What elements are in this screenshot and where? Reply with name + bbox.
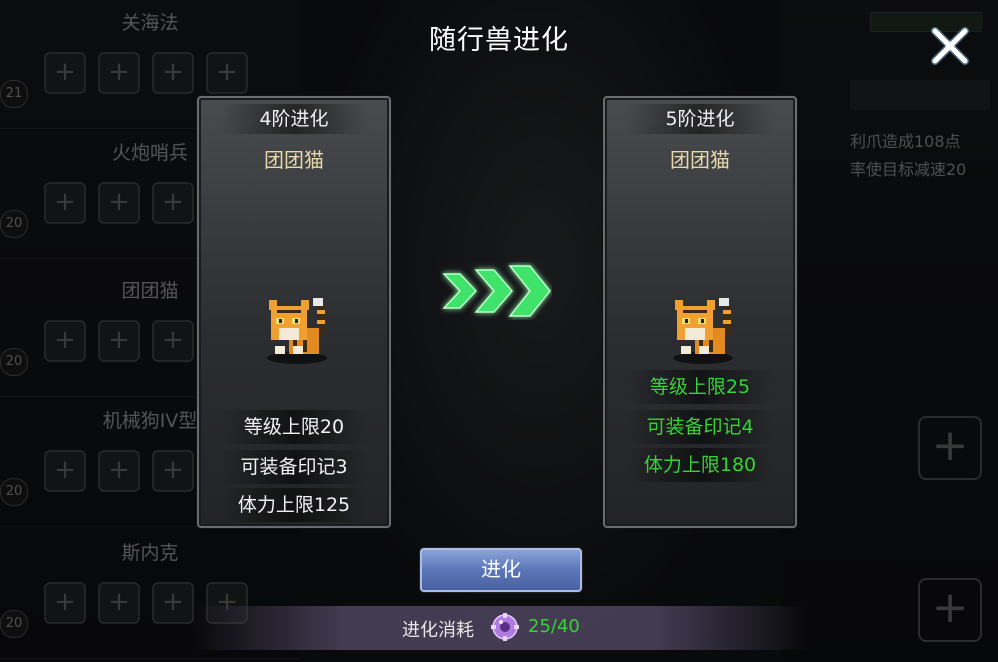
list-item-level: 20: [0, 348, 28, 376]
cost-label: 进化消耗: [402, 620, 474, 641]
next-stat-stamina-cap: 体力上限180: [627, 448, 773, 482]
purple-gear-material-icon: [491, 613, 519, 641]
skill-panel-background: 利爪造成108点 率使目标减速20 + +: [780, 0, 998, 662]
current-stat-level-cap: 等级上限20: [221, 410, 367, 444]
slot-plus-icon: +: [152, 582, 194, 624]
current-pet-name: 团团猫: [264, 148, 324, 172]
current-stat-mark-slots: 可装备印记3: [221, 450, 367, 484]
close-button[interactable]: [928, 24, 972, 68]
list-item-level: 20: [0, 210, 28, 238]
close-x-icon: [931, 27, 969, 65]
slot-plus-icon: +: [152, 182, 194, 224]
dialog-title: 随行兽进化: [429, 25, 569, 56]
slot-plus-icon: +: [44, 582, 86, 624]
slot-plus-icon: +: [98, 450, 140, 492]
skill-line: 率使目标减速20: [850, 160, 967, 179]
slot-plus-icon: +: [98, 582, 140, 624]
next-stage-panel: 5阶进化 团团猫 等级上限25 可装备印记4 体力上限180: [603, 96, 797, 528]
slot-plus-icon: +: [918, 578, 982, 642]
skill-line: 利爪造成108点: [850, 132, 961, 151]
slot-plus-icon: +: [98, 182, 140, 224]
slot-plus-icon: +: [152, 52, 194, 94]
next-stat-level-cap: 等级上限25: [627, 370, 773, 404]
slot-plus-icon: +: [98, 52, 140, 94]
slot-plus-icon: +: [152, 320, 194, 362]
list-item-level: 20: [0, 610, 28, 638]
evolve-arrows-icon: [442, 265, 551, 317]
slot-plus-icon: +: [44, 320, 86, 362]
evolve-button[interactable]: 进化: [420, 548, 582, 592]
next-stat-mark-slots: 可装备印记4: [627, 410, 773, 444]
skill-header: [850, 80, 990, 110]
cat-pet-icon: [267, 298, 327, 364]
slot-plus-icon: +: [98, 320, 140, 362]
slot-plus-icon: +: [152, 450, 194, 492]
slot-plus-icon: +: [44, 182, 86, 224]
evolve-cost-bar: 进化消耗 25/40: [190, 606, 810, 650]
slot-plus-icon: +: [206, 52, 248, 94]
current-stage-panel: 4阶进化 团团猫 等级上限20 可装备印记3 体力上限125: [197, 96, 391, 528]
list-item-name: 斯内克: [121, 542, 179, 564]
list-item-level: 21: [0, 80, 28, 108]
next-pet-name: 团团猫: [670, 148, 730, 172]
cat-pet-icon: [673, 298, 733, 364]
slot-plus-icon: +: [44, 450, 86, 492]
slot-plus-icon: +: [44, 52, 86, 94]
cost-value: 25/40: [528, 616, 580, 637]
skill-description: 利爪造成108点 率使目标减速20: [850, 128, 966, 184]
current-stat-stamina-cap: 体力上限125: [221, 488, 367, 522]
slot-plus-icon: +: [918, 416, 982, 480]
list-item-level: 20: [0, 478, 28, 506]
next-stage-label: 5阶进化: [627, 104, 773, 134]
current-stage-label: 4阶进化: [221, 104, 367, 134]
